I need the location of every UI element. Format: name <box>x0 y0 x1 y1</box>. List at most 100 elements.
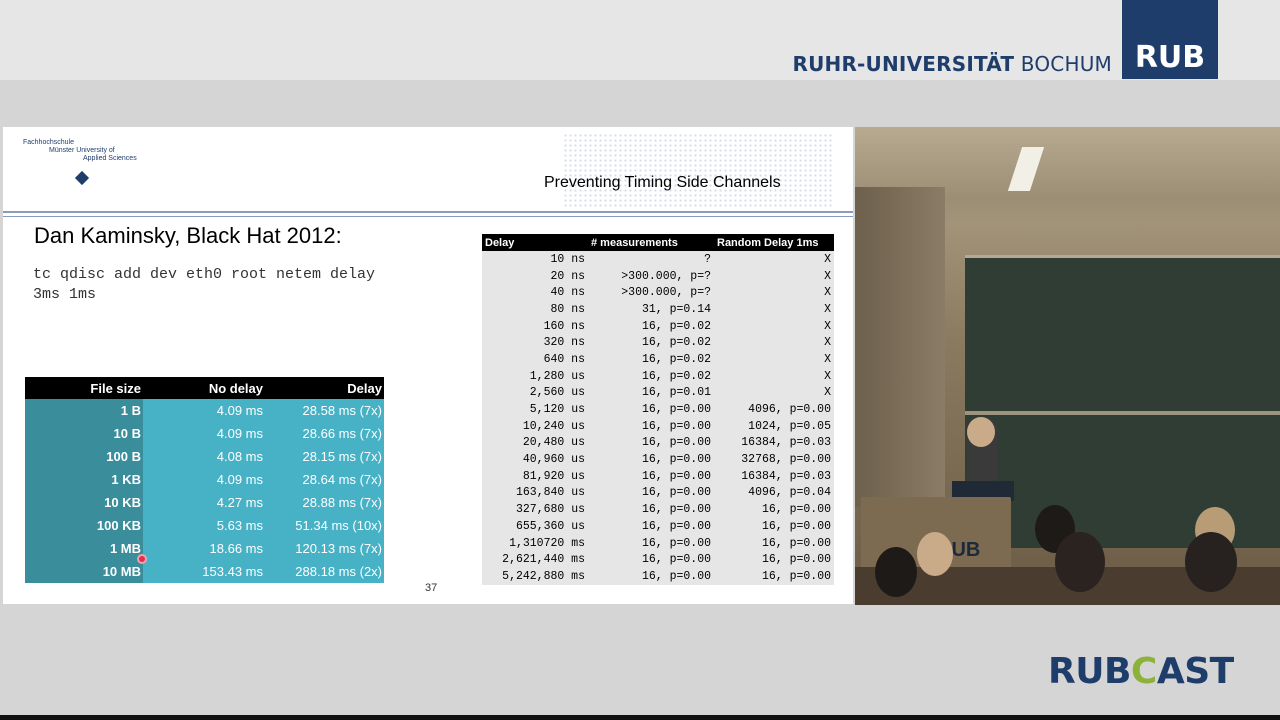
delay-table-row: 10 ns? X <box>482 251 834 268</box>
delay-table-cell: 16, p=0.00 <box>714 551 834 569</box>
delay-table-cell: X <box>714 384 834 402</box>
delay-table-cell: 40,960 us <box>482 451 588 468</box>
delay-table-cell: ? <box>588 251 714 268</box>
file-size-table: File size No delay Delay 1 B 4.09 ms 28.58… <box>25 377 384 583</box>
delay-table-cell: 16, p=0.00 <box>714 501 834 518</box>
delay-table-cell: 16, p=0.00 <box>714 534 834 552</box>
file-table-row: 1 B 4.09 ms 28.58 ms (7x) <box>25 399 384 422</box>
file-table-cell: 28.15 ms (7x) <box>265 445 384 468</box>
delay-table-cell: 160 ns <box>482 317 588 335</box>
delay-table-cell: X <box>714 317 834 335</box>
file-table-row: 100 KB 5.63 ms 51.34 ms (10x) <box>25 514 384 537</box>
delay-table-cell: 16, p=0.00 <box>588 484 714 502</box>
file-table-header-row: File size No delay Delay <box>25 377 384 399</box>
institution-logo-line-3: Applied Sciences <box>83 155 137 162</box>
delay-table-cell: 4096, p=0.00 <box>714 401 834 418</box>
file-table-cell: 28.88 ms (7x) <box>265 491 384 514</box>
delay-table-cell: 32768, p=0.00 <box>714 451 834 468</box>
rubcast-logo-right: AST <box>1156 651 1234 692</box>
delay-table-header: Random Delay 1ms <box>714 234 834 251</box>
delay-table-row: 160 ns 16, p=0.02 X <box>482 317 834 335</box>
delay-table-row: 5,242,880 ms 16, p=0.00 16, p=0.00 <box>482 568 834 585</box>
file-table-header: File size <box>25 377 143 399</box>
delay-table-cell: 16, p=0.00 <box>588 417 714 435</box>
file-table-cell: 28.66 ms (7x) <box>265 422 384 445</box>
delay-table-row: 1,280 us 16, p=0.02 X <box>482 367 834 385</box>
delay-table-row: 20 ns >300.000, p=? X <box>482 267 834 285</box>
delay-table-body: 10 ns? X 20 ns >300.000, p=? X 40 ns >300.000,… <box>482 251 834 585</box>
page-number: 37 <box>425 582 438 594</box>
delay-table-row: 320 ns 16, p=0.02 X <box>482 334 834 352</box>
institution-logo-line-1: Fachhochschule <box>23 139 74 146</box>
delay-table-cell: 16, p=0.02 <box>588 351 714 368</box>
delay-table-row: 640 ns 16, p=0.02 X <box>482 351 834 368</box>
file-table-header: Delay <box>265 377 384 399</box>
file-table-row: 10 KB 4.27 ms 28.88 ms (7x) <box>25 491 384 514</box>
delay-table-row: 655,360 us 16, p=0.00 16, p=0.00 <box>482 518 834 535</box>
delay-table-cell: 16, p=0.00 <box>588 518 714 535</box>
delay-table-cell: 16384, p=0.03 <box>714 467 834 485</box>
audience-head <box>917 532 953 576</box>
delay-table-header: Delay <box>482 234 588 251</box>
institution-logo-line-2: Münster University of <box>49 147 115 154</box>
delay-table-cell: 16, p=0.00 <box>588 467 714 485</box>
presentation-slide: Fachhochschule Münster University of App… <box>3 127 853 604</box>
pointer-dot-icon <box>137 554 147 564</box>
file-table-cell: 288.18 ms (2x) <box>265 560 384 583</box>
delay-table-cell: 16, p=0.00 <box>714 518 834 535</box>
delay-table-row: 327,680 us 16, p=0.00 16, p=0.00 <box>482 501 834 518</box>
file-table-row: 100 B 4.08 ms 28.15 ms (7x) <box>25 445 384 468</box>
delay-table-cell: 10 ns <box>482 251 588 268</box>
file-table-cell: 4.27 ms <box>143 491 265 514</box>
file-table-cell: 4.09 ms <box>143 422 265 445</box>
delay-table-cell: 16, p=0.00 <box>588 501 714 518</box>
delay-table-cell: >300.000, p=? <box>588 284 714 302</box>
delay-table-cell: 31, p=0.14 <box>588 301 714 318</box>
file-table-cell: 153.43 ms <box>143 560 265 583</box>
delay-table-row: 80 ns 31, p=0.14 X <box>482 301 834 318</box>
file-table-cell: 4.09 ms <box>143 468 265 491</box>
file-table-row: 1 MB 18.66 ms 120.13 ms (7x) <box>25 537 384 560</box>
header-rule <box>3 211 853 213</box>
delay-table-cell: 20 ns <box>482 267 588 285</box>
delay-table-row: 10,240 us 16, p=0.00 1024, p=0.05 <box>482 417 834 435</box>
file-table-cell: 18.66 ms <box>143 537 265 560</box>
delay-table-cell: 16, p=0.00 <box>588 551 714 569</box>
delay-table-row: 5,120 us 16, p=0.00 4096, p=0.00 <box>482 401 834 418</box>
delay-table-cell: X <box>714 351 834 368</box>
institution-logo: Fachhochschule Münster University of App… <box>23 139 137 186</box>
lecture-room-video: RUB <box>855 127 1280 605</box>
slide-title: Preventing Timing Side Channels <box>544 174 781 191</box>
delay-table-cell: 163,840 us <box>482 484 588 502</box>
delay-measurement-table: Delay # measurements Random Delay 1ms 10… <box>482 234 834 585</box>
file-table-cell: 120.13 ms (7x) <box>265 537 384 560</box>
delay-table-cell: 16, p=0.02 <box>588 367 714 385</box>
file-table-cell: 4.09 ms <box>143 399 265 422</box>
file-table-row: 1 KB 4.09 ms 28.64 ms (7x) <box>25 468 384 491</box>
delay-table-cell: X <box>714 334 834 352</box>
delay-table-cell: 16, p=0.00 <box>588 434 714 452</box>
delay-table-cell: X <box>714 367 834 385</box>
file-table-cell: 4.08 ms <box>143 445 265 468</box>
top-header: RUHR-UNIVERSITÄT BOCHUM RUB <box>0 0 1280 80</box>
audience-head <box>1185 532 1237 592</box>
file-table-cell: 10 B <box>25 422 143 445</box>
delay-table-cell: 327,680 us <box>482 501 588 518</box>
file-table-cell: 28.58 ms (7x) <box>265 399 384 422</box>
delay-table-cell: 4096, p=0.04 <box>714 484 834 502</box>
delay-table-cell: 5,120 us <box>482 401 588 418</box>
file-table-header: No delay <box>143 377 265 399</box>
delay-table-row: 20,480 us 16, p=0.00 16384, p=0.03 <box>482 434 834 452</box>
delay-table-cell: 16, p=0.00 <box>588 534 714 552</box>
file-table-cell: 51.34 ms (10x) <box>265 514 384 537</box>
delay-table-cell: 40 ns <box>482 284 588 302</box>
file-table-cell: 28.64 ms (7x) <box>265 468 384 491</box>
delay-table-cell: 1024, p=0.05 <box>714 417 834 435</box>
delay-table-row: 163,840 us 16, p=0.00 4096, p=0.04 <box>482 484 834 502</box>
command-text: tc qdisc add dev eth0 root netem delay 3… <box>33 266 376 303</box>
delay-table-cell: 16, p=0.00 <box>588 451 714 468</box>
speaker-head <box>967 417 995 447</box>
delay-table-cell: >300.000, p=? <box>588 267 714 285</box>
delay-table-cell: 81,920 us <box>482 467 588 485</box>
file-table-cell: 1 KB <box>25 468 143 491</box>
